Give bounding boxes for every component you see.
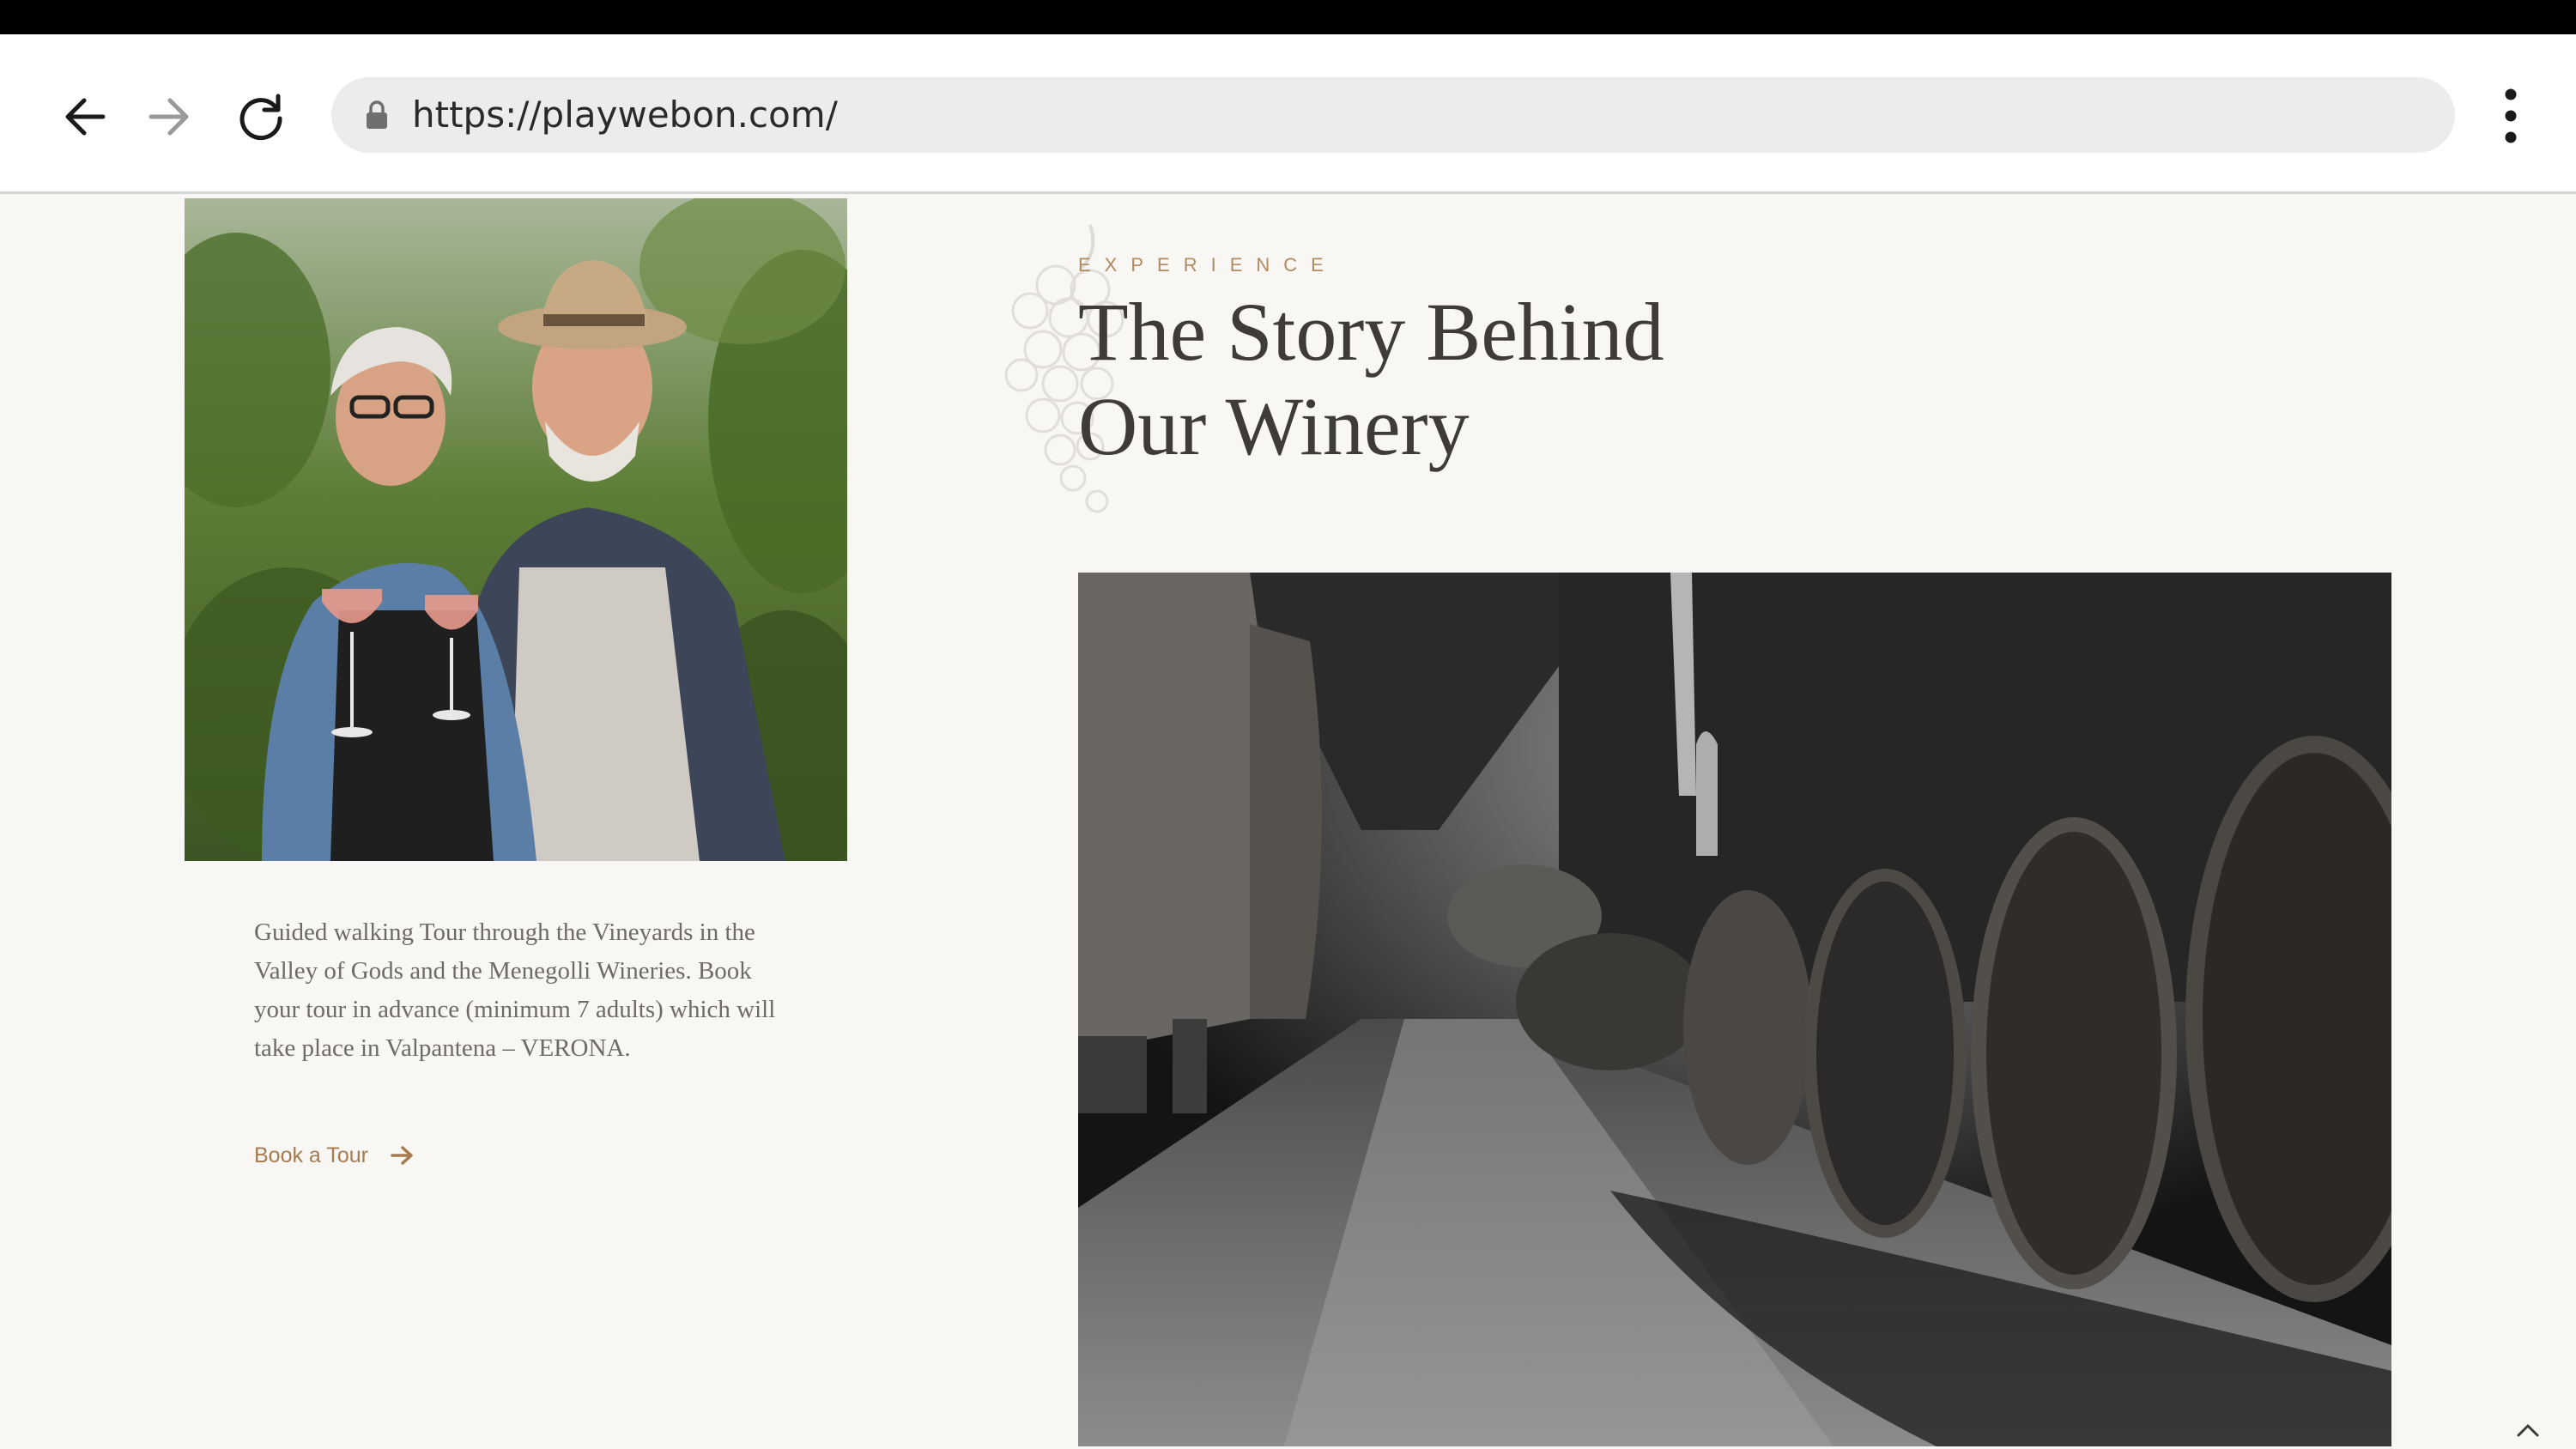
book-a-tour-link[interactable]: Book a Tour xyxy=(254,1138,415,1173)
forward-button[interactable] xyxy=(141,89,196,144)
back-arrow-icon xyxy=(65,98,106,136)
tour-description: Guided walking Tour through the Vineyard… xyxy=(254,919,776,1062)
more-vert-icon xyxy=(2505,88,2517,143)
chevron-up-icon xyxy=(2517,1424,2539,1437)
couple-vineyard-photo xyxy=(185,198,847,861)
section-heading: The Story Behind Our Winery xyxy=(1078,285,1937,474)
scroll-to-top-button[interactable] xyxy=(2515,1420,2541,1440)
url-text: https://playwebon.com/ xyxy=(412,94,838,136)
forward-arrow-icon xyxy=(148,98,189,136)
reload-button[interactable] xyxy=(233,89,288,144)
arrow-right-icon xyxy=(391,1145,415,1166)
address-bar[interactable]: https://playwebon.com/ xyxy=(331,77,2455,153)
status-bar xyxy=(0,0,2576,34)
back-button[interactable] xyxy=(58,89,113,144)
book-a-tour-label: Book a Tour xyxy=(254,1143,368,1167)
browser-menu-button[interactable] xyxy=(2489,86,2532,146)
browser-toolbar: https://playwebon.com/ xyxy=(0,34,2576,194)
heading-line-1: The Story Behind xyxy=(1078,286,1664,378)
reload-icon xyxy=(239,94,282,141)
wine-cellar-photo xyxy=(1078,573,2391,1446)
page-content: Guided walking Tour through the Vineyard… xyxy=(0,194,2576,1449)
heading-line-2: Our Winery xyxy=(1078,380,1470,472)
lock-icon xyxy=(364,100,390,130)
section-eyebrow: EXPERIENCE xyxy=(1078,254,1337,276)
